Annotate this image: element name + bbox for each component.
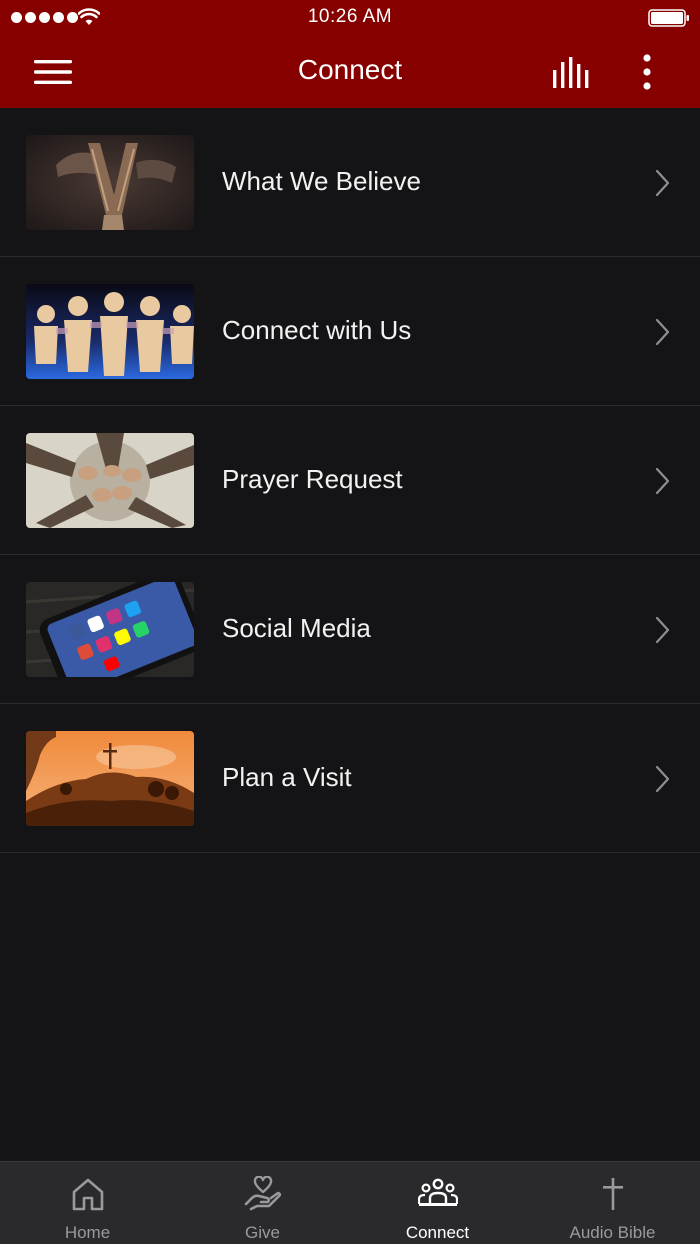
status-bar: 10:26 AM <box>0 0 700 36</box>
chevron-right-icon <box>655 318 670 346</box>
tab-label: Connect <box>405 1223 470 1242</box>
group-people-icon <box>417 1178 458 1206</box>
header: 10:26 AM Connect <box>0 0 700 108</box>
tab-bar: Home Give Connect Audio Bible <box>0 1161 700 1244</box>
thumbnail-praying-hands-image <box>26 433 194 528</box>
thumbnail-paper-people-image <box>26 284 194 379</box>
list-item-label: Prayer Request <box>222 464 403 494</box>
nav-bar: Connect <box>0 36 700 108</box>
chevron-right-icon <box>655 467 670 495</box>
thumbnail-bible-image <box>26 135 194 230</box>
connect-list: What We Believe Connect with Us Prayer R… <box>0 108 700 853</box>
tab-label: Give <box>245 1223 280 1242</box>
tab-label: Home <box>64 1223 111 1242</box>
list-item-label: Social Media <box>222 613 371 643</box>
list-item-label: Plan a Visit <box>222 762 352 792</box>
status-time: 10:26 AM <box>307 6 393 27</box>
chevron-right-icon <box>655 765 670 793</box>
vertical-ellipsis-icon[interactable] <box>630 52 664 92</box>
battery-icon <box>648 9 689 27</box>
app-root: 10:26 AM Connect What We Believe Connect… <box>0 0 700 1244</box>
list-item-what-we-believe[interactable]: What We Believe <box>0 108 700 257</box>
list-item-connect-with-us[interactable]: Connect with Us <box>0 257 700 406</box>
give-heart-hand-icon <box>244 1176 281 1211</box>
hamburger-menu-icon[interactable] <box>30 56 76 88</box>
chevron-right-icon <box>655 616 670 644</box>
tab-audio-bible[interactable]: Audio Bible <box>525 1162 700 1244</box>
tab-home[interactable]: Home <box>0 1162 175 1244</box>
tab-give[interactable]: Give <box>175 1162 350 1244</box>
thumbnail-social-apps-image <box>26 582 194 677</box>
list-item-plan-a-visit[interactable]: Plan a Visit <box>0 704 700 853</box>
chevron-right-icon <box>655 169 670 197</box>
cross-icon <box>602 1178 623 1210</box>
list-item-label: What We Believe <box>222 166 421 196</box>
home-icon <box>72 1178 103 1211</box>
tab-label: Audio Bible <box>569 1223 656 1242</box>
thumbnail-cross-hill-image <box>26 731 194 826</box>
list-item-prayer-request[interactable]: Prayer Request <box>0 406 700 555</box>
list-item-social-media[interactable]: Social Media <box>0 555 700 704</box>
list-item-label: Connect with Us <box>222 315 412 345</box>
tab-connect[interactable]: Connect <box>350 1162 525 1244</box>
audio-bars-icon[interactable] <box>548 56 596 90</box>
